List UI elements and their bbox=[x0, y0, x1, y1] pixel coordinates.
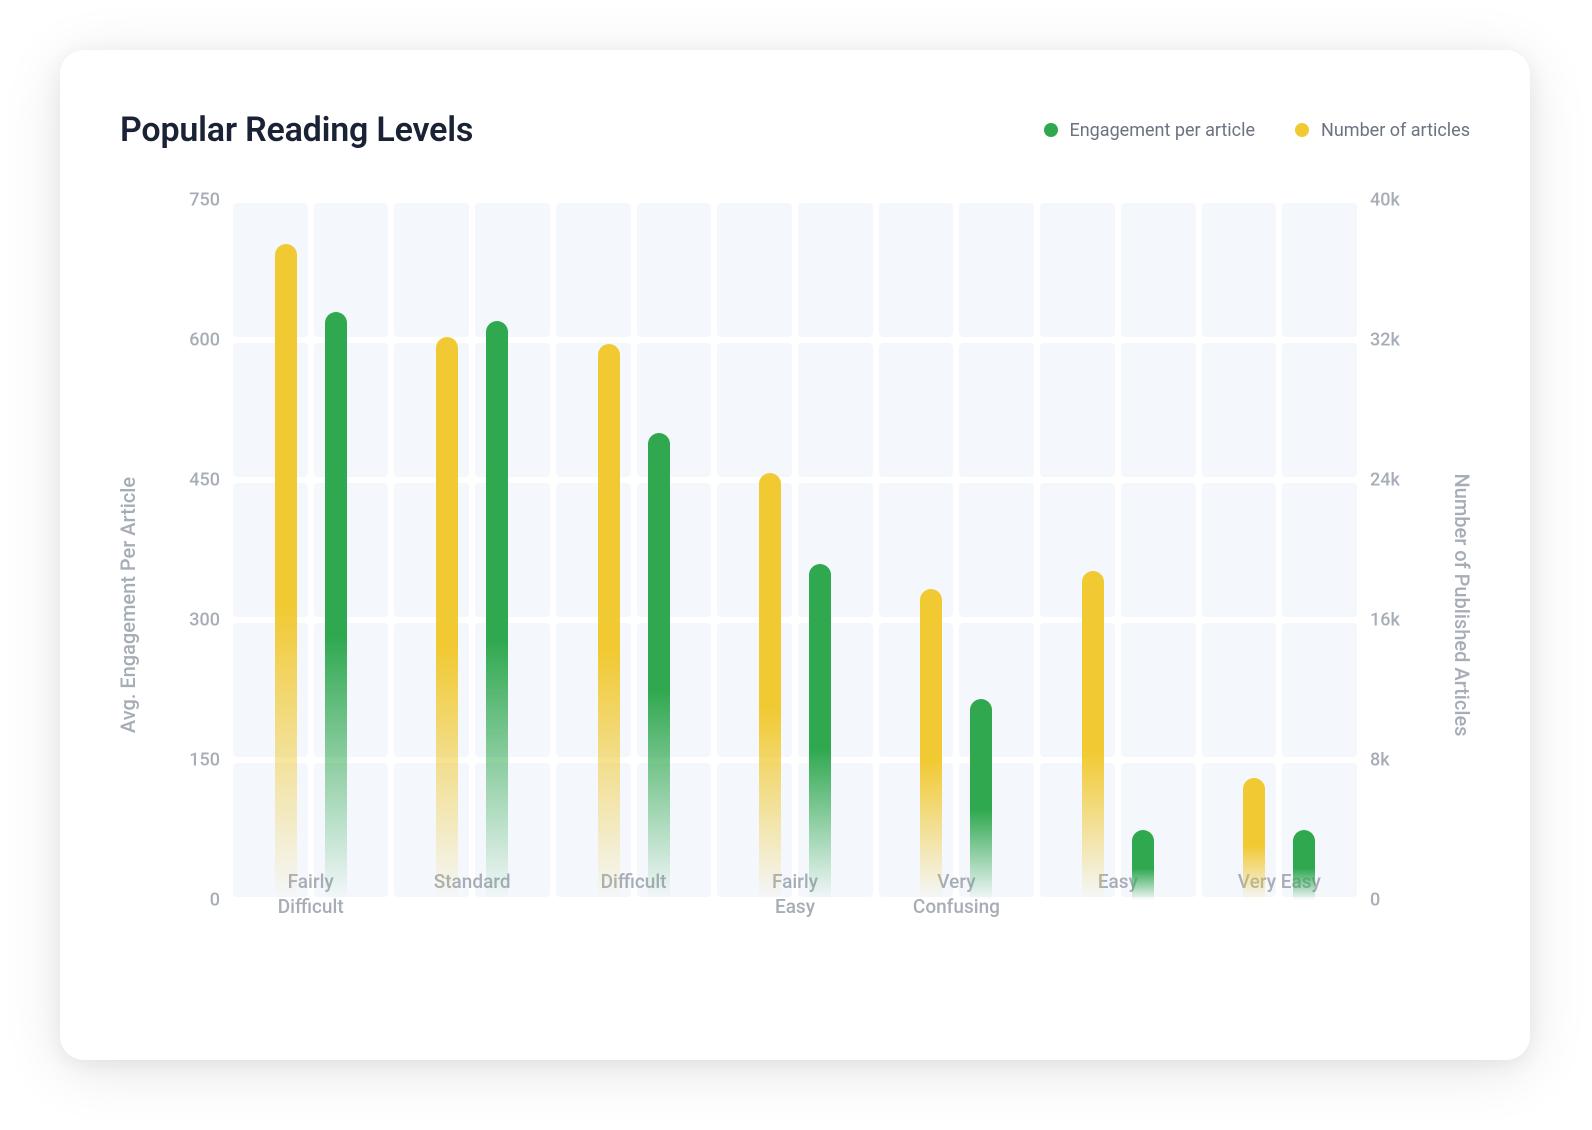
y-right-axis-label: Number of Published Articles bbox=[1450, 474, 1474, 737]
bar-engagement bbox=[325, 312, 347, 900]
y-right-ticks: 08k16k24k32k40k bbox=[1370, 200, 1430, 900]
bar-articles bbox=[1082, 571, 1104, 900]
chart-title: Popular Reading Levels bbox=[120, 110, 473, 150]
chart-header: Popular Reading Levels Engagement per ar… bbox=[110, 110, 1480, 150]
y-right-tick: 40k bbox=[1370, 190, 1430, 211]
chart-card: Popular Reading Levels Engagement per ar… bbox=[60, 50, 1530, 1060]
y-right-tick: 24k bbox=[1370, 470, 1430, 491]
y-left-axis-label: Avg. Engagement Per Article bbox=[116, 477, 140, 733]
y-right-tick: 0 bbox=[1370, 890, 1430, 911]
bar-articles bbox=[598, 344, 620, 901]
y-left-tick: 300 bbox=[160, 610, 220, 631]
y-left-tick: 0 bbox=[160, 890, 220, 911]
chart-legend: Engagement per article Number of article… bbox=[1044, 120, 1471, 141]
y-left-tick: 750 bbox=[160, 190, 220, 211]
chart-area: Avg. Engagement Per Article Number of Pu… bbox=[110, 190, 1480, 1020]
bar-engagement bbox=[648, 433, 670, 900]
bar-articles bbox=[920, 589, 942, 901]
bar-articles bbox=[275, 244, 297, 900]
plot-frame: 0150300450600750 08k16k24k32k40k Fairly … bbox=[230, 200, 1360, 900]
bar-articles bbox=[1243, 778, 1265, 901]
legend-dot-yellow-icon bbox=[1295, 123, 1309, 137]
bar-engagement bbox=[1293, 830, 1315, 900]
legend-articles: Number of articles bbox=[1295, 120, 1470, 141]
y-right-tick: 32k bbox=[1370, 330, 1430, 351]
legend-dot-green-icon bbox=[1044, 123, 1058, 137]
bar-articles bbox=[759, 473, 781, 900]
bar-articles bbox=[436, 337, 458, 901]
bar-engagement bbox=[486, 321, 508, 900]
bars-container bbox=[230, 200, 1360, 900]
bar-engagement bbox=[1132, 830, 1154, 900]
y-left-tick: 150 bbox=[160, 750, 220, 771]
y-right-tick: 16k bbox=[1370, 610, 1430, 631]
legend-engagement: Engagement per article bbox=[1044, 120, 1256, 141]
bar-engagement bbox=[809, 564, 831, 900]
y-left-ticks: 0150300450600750 bbox=[160, 200, 220, 900]
y-left-tick: 600 bbox=[160, 330, 220, 351]
y-right-tick: 8k bbox=[1370, 750, 1430, 771]
legend-engagement-label: Engagement per article bbox=[1070, 120, 1256, 141]
bar-engagement bbox=[970, 699, 992, 900]
legend-articles-label: Number of articles bbox=[1321, 120, 1470, 141]
y-left-tick: 450 bbox=[160, 470, 220, 491]
